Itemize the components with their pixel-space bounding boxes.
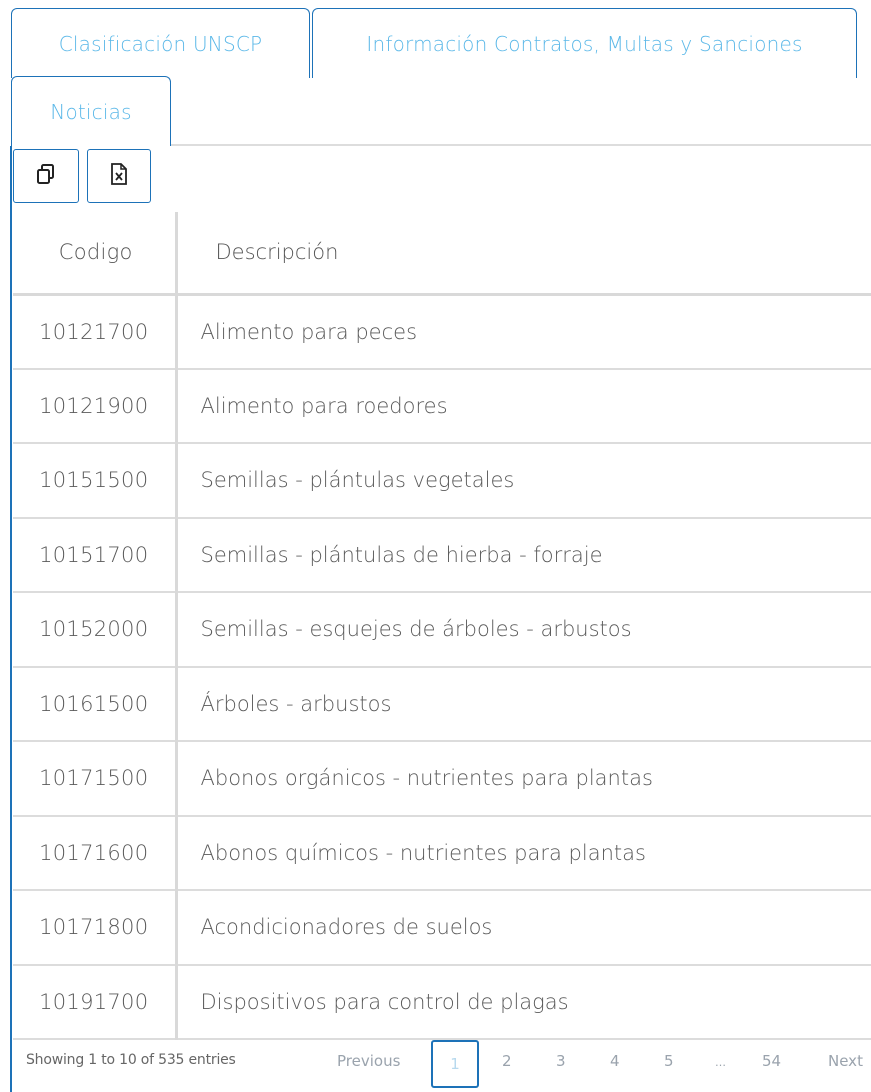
tab-informacion-contratos[interactable]: Información Contratos, Multas y Sancione… (312, 8, 857, 78)
cell-codigo: 10151500 (13, 443, 178, 519)
excel-file-icon (109, 162, 129, 190)
tabs-baseline (171, 144, 871, 146)
table-row: 10171500 Abonos orgánicos - nutrientes pa… (13, 741, 871, 817)
pagination-page-5[interactable]: 5 (664, 1052, 674, 1070)
column-header-descripcion[interactable]: Descripción (176, 212, 871, 296)
entries-info: Showing 1 to 10 of 535 entries (26, 1052, 236, 1068)
cell-descripcion: Semillas - esquejes de árboles - arbusto… (176, 592, 871, 668)
cell-descripcion: Dispositivos para control de plagas (176, 964, 871, 1040)
tab-clasificacion-unscp[interactable]: Clasificación UNSCP (11, 8, 310, 78)
cell-codigo: 10152000 (13, 592, 178, 668)
table-row: 10151500 Semillas - plántulas vegetales (13, 443, 871, 519)
copy-button[interactable] (13, 149, 79, 203)
table-row: 10171800 Acondicionadores de suelos (13, 890, 871, 966)
copy-icon (35, 163, 57, 189)
cell-descripcion: Semillas - plántulas vegetales (176, 443, 871, 519)
cell-codigo: 10161500 (13, 666, 178, 742)
table-row: 10171600 Abonos químicos - nutrientes par… (13, 815, 871, 891)
pagination-page-last[interactable]: 54 (762, 1052, 781, 1070)
pagination-ellipsis: … (715, 1056, 726, 1069)
cell-codigo: 10171500 (13, 741, 178, 817)
table-row: 10121700 Alimento para peces (13, 294, 871, 370)
pagination-page-3[interactable]: 3 (556, 1052, 566, 1070)
cell-codigo: 10151700 (13, 517, 178, 593)
pagination-previous[interactable]: Previous (337, 1052, 400, 1070)
cell-descripcion: Abonos químicos - nutrientes para planta… (176, 815, 871, 891)
cell-descripcion: Abonos orgánicos - nutrientes para plant… (176, 741, 871, 817)
cell-descripcion: Semillas - plántulas de hierba - forraje (176, 517, 871, 593)
column-header-codigo[interactable]: Codigo (13, 212, 178, 296)
tab-noticias[interactable]: Noticias (11, 76, 171, 146)
cell-descripcion: Alimento para roedores (176, 368, 871, 444)
unspsc-table: Codigo Descripción 10121700 Alimento para… (13, 212, 871, 1040)
pagination-page-current[interactable]: 1 (431, 1040, 479, 1088)
cell-codigo: 10171600 (13, 815, 178, 891)
panel-border (10, 146, 12, 1092)
cell-descripcion: Árboles - arbustos (176, 666, 871, 742)
table-row: 10151700 Semillas - plántulas de hierba -… (13, 517, 871, 593)
cell-codigo: 10121700 (13, 294, 178, 370)
table-row: 10191700 Dispositivos para control de pla… (13, 964, 871, 1040)
excel-export-button[interactable] (87, 149, 151, 203)
table-header-row: Codigo Descripción (13, 212, 871, 296)
table-footer: Showing 1 to 10 of 535 entries Previous … (13, 1036, 871, 1092)
pagination-next[interactable]: Next (828, 1052, 863, 1070)
table-row: 10152000 Semillas - esquejes de árboles -… (13, 592, 871, 668)
cell-descripcion: Acondicionadores de suelos (176, 890, 871, 966)
cell-codigo: 10121900 (13, 368, 178, 444)
table-row: 10121900 Alimento para roedores (13, 368, 871, 444)
pagination-page-2[interactable]: 2 (502, 1052, 512, 1070)
cell-codigo: 10191700 (13, 964, 178, 1040)
cell-descripcion: Alimento para peces (176, 294, 871, 370)
pagination-page-4[interactable]: 4 (610, 1052, 620, 1070)
table-row: 10161500 Árboles - arbustos (13, 666, 871, 742)
cell-codigo: 10171800 (13, 890, 178, 966)
